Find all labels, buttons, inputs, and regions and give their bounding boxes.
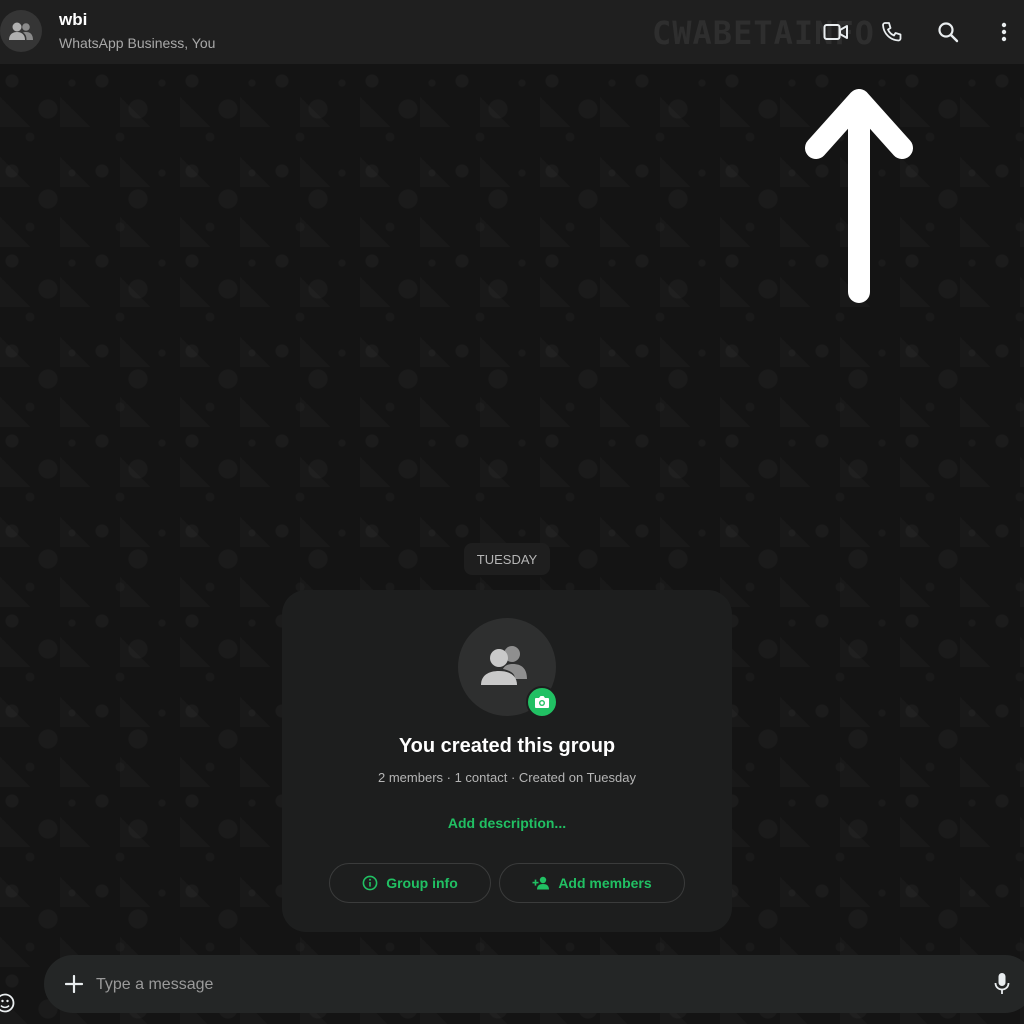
plus-icon [65,975,83,993]
info-icon [362,875,378,891]
annotation-arrow-icon [805,89,913,303]
date-divider: TUESDAY [464,543,550,575]
chat-header: wbi WhatsApp Business, You CWABETAINFO [0,0,1024,64]
video-call-button[interactable] [818,14,854,50]
message-input[interactable] [94,969,958,1001]
attach-button[interactable] [62,972,86,996]
add-members-button[interactable]: Add members [499,863,685,903]
group-avatar-button[interactable] [0,10,42,52]
more-options-icon [1001,22,1007,42]
sticker-icon [0,993,15,1013]
group-created-title: You created this group [398,735,616,757]
chat-window: wbi WhatsApp Business, You CWABETAINFO T… [0,0,1024,1024]
camera-icon [535,696,549,708]
video-call-icon [823,24,848,40]
group-avatar-icon [9,22,33,40]
chat-participants: WhatsApp Business, You [59,35,216,51]
add-person-icon [532,876,550,890]
message-composer [44,955,1024,1013]
sticker-button[interactable] [0,988,20,1018]
group-meta: 2 members · 1 contact · Created on Tuesd… [378,770,636,785]
voice-call-button[interactable] [874,14,910,50]
add-description-link[interactable]: Add description... [282,815,732,831]
add-members-label: Add members [558,875,652,891]
change-photo-button[interactable] [526,686,558,718]
voice-message-button[interactable] [989,971,1015,997]
group-info-button[interactable]: Group info [329,863,491,903]
microphone-icon [994,973,1010,994]
search-button[interactable] [930,14,966,50]
chat-title[interactable]: wbi [59,10,87,30]
group-info-label: Group info [386,875,458,891]
search-icon [938,22,959,43]
group-placeholder-icon [481,646,527,685]
group-created-card: You created this group 2 members · 1 con… [282,590,732,932]
menu-button[interactable] [986,14,1022,50]
voice-call-icon [882,22,902,42]
